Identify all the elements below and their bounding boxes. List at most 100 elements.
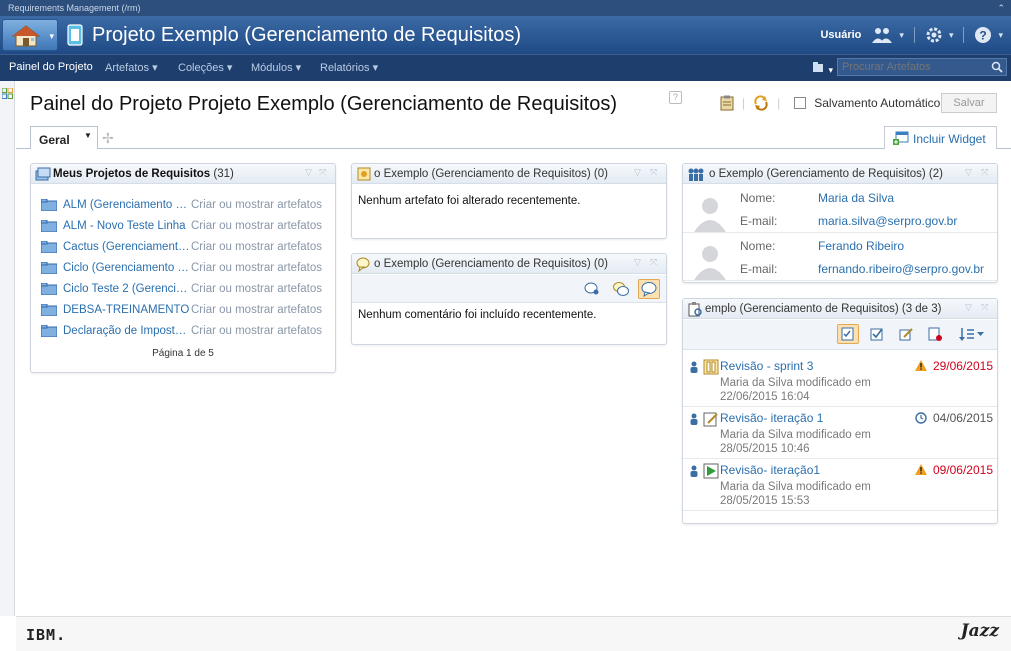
user-label[interactable]: Usuário [820, 29, 861, 41]
review-filter-approved-button[interactable] [866, 324, 888, 344]
svg-text:?: ? [980, 29, 987, 43]
create-show-artifacts-link[interactable]: Criar ou mostrar artefatos [191, 325, 322, 337]
create-show-artifacts-link[interactable]: Criar ou mostrar artefatos [191, 304, 322, 316]
add-widget-button[interactable]: Incluir Widget [884, 126, 997, 149]
review-row: Revisão- iteração1 09/06/2015 Maria da Sil… [683, 459, 997, 511]
project-link[interactable]: Ciclo (Gerenciamento de Requisitos) [63, 262, 191, 274]
widget-maximize-icon[interactable]: ⤧ [650, 167, 657, 178]
left-rail [0, 81, 15, 616]
save-button[interactable]: Salvar [941, 93, 997, 113]
edit-doc-icon [899, 328, 913, 341]
sort-icon [959, 328, 984, 341]
users-icon[interactable] [871, 26, 893, 44]
review-filter-user-button[interactable] [924, 324, 946, 344]
widget-menu-icon[interactable]: ▽ [305, 167, 312, 178]
chevron-down-icon[interactable]: ▾ [949, 30, 954, 41]
member-email-link[interactable]: maria.silva@serpro.gov.br [818, 214, 957, 228]
autosave-checkbox[interactable] [794, 97, 807, 109]
name-label: Nome: [740, 239, 776, 253]
widget-title: emplo (Gerenciamento de Requisitos) (3 d… [705, 303, 942, 315]
team-member-row: Nome: Maria da Silva E-mail: maria.silva@se… [683, 186, 997, 233]
add-widget-icon [893, 131, 909, 145]
avatar-icon [694, 198, 726, 232]
doc-user-icon [928, 327, 942, 341]
mini-dashboard-icon[interactable] [2, 88, 13, 99]
review-filter-all-button[interactable] [837, 324, 859, 344]
menu-modules[interactable]: Módulos ▾ [251, 61, 301, 74]
widget-header: emplo (Gerenciamento de Requisitos) (3 d… [683, 299, 997, 319]
widget-menu-icon[interactable]: ▽ [965, 167, 972, 178]
create-show-artifacts-link[interactable]: Criar ou mostrar artefatos [191, 241, 322, 253]
collapse-banner-icon[interactable]: ⌃ [997, 0, 1005, 16]
separator [963, 27, 965, 43]
comment-filter-mine-button[interactable] [581, 279, 603, 299]
team-member-row: Nome: Ferando Ribeiro E-mail: fernando.ribe… [683, 234, 997, 281]
widget-maximize-icon[interactable]: ⤧ [981, 167, 988, 178]
menu-reports[interactable]: Relatórios ▾ [320, 61, 378, 74]
create-show-artifacts-link[interactable]: Criar ou mostrar artefatos [191, 220, 322, 232]
widget-toolbar [683, 320, 997, 350]
widget-title: o Exemplo (Gerenciamento de Requisitos) … [374, 258, 608, 270]
search-icon[interactable] [991, 61, 1003, 73]
refresh-icon[interactable] [753, 95, 769, 111]
home-menu-button[interactable]: ▾ [2, 19, 58, 51]
menu-project-dashboard[interactable]: Painel do Projeto [9, 61, 93, 73]
tab-general[interactable]: Geral ▼ [30, 126, 98, 149]
team-icon [688, 168, 704, 181]
review-status-icon [703, 359, 719, 375]
create-show-artifacts-link[interactable]: Criar ou mostrar artefatos [191, 283, 322, 295]
filter-list-icon [841, 327, 854, 341]
search-input[interactable] [838, 59, 986, 75]
review-filter-edit-button[interactable] [895, 324, 917, 344]
project-link[interactable]: Ciclo Teste 2 (Gerenciamento de Requisit… [63, 283, 191, 295]
comment-filter-all-button[interactable] [610, 279, 632, 299]
project-title[interactable]: Projeto Exemplo (Gerenciamento de Requis… [92, 23, 521, 47]
menu-collections[interactable]: Coleções ▾ [178, 61, 232, 74]
review-link[interactable]: Revisão- iteração 1 [720, 411, 823, 425]
list-item: ALM (Gerenciamento de Requisitos)Criar o… [41, 194, 331, 215]
widget-maximize-icon[interactable]: ⤧ [981, 302, 988, 313]
widget-maximize-icon[interactable]: ⤧ [650, 257, 657, 268]
widget-menu-icon[interactable]: ▽ [634, 257, 641, 268]
folder-icon [41, 219, 57, 232]
project-link[interactable]: DEBSA-TREINAMENTO [63, 304, 191, 316]
home-icon [11, 25, 41, 47]
clipboard-icon[interactable] [720, 95, 734, 111]
help-icon[interactable]: ? [974, 26, 992, 44]
chevron-down-icon[interactable]: ▼ [84, 131, 92, 140]
check-doc-icon [870, 328, 883, 341]
review-sort-button[interactable] [955, 324, 989, 344]
member-name-link[interactable]: Ferando Ribeiro [818, 239, 904, 253]
chevron-down-icon[interactable]: ▾ [899, 30, 904, 41]
gear-icon[interactable] [925, 26, 943, 44]
create-show-artifacts-link[interactable]: Criar ou mostrar artefatos [191, 262, 322, 274]
review-row: Revisão - sprint 3 29/06/2015 Maria da Sil… [683, 355, 997, 407]
widget-menu-icon[interactable]: ▽ [965, 302, 972, 313]
project-link[interactable]: Cactus (Gerenciamento de Requisitos) [63, 241, 191, 253]
recent-comments-widget: o Exemplo (Gerenciamento de Requisitos) … [351, 253, 667, 345]
project-link[interactable]: ALM - Novo Teste Linha [63, 220, 191, 232]
widget-menu-icon[interactable]: ▽ [634, 167, 641, 178]
widget-maximize-icon[interactable]: ⤧ [319, 167, 326, 178]
add-tab-icon[interactable]: ✢ [102, 130, 114, 147]
comment-icon [641, 282, 657, 297]
member-email-link[interactable]: fernando.ribeiro@serpro.gov.br [818, 262, 984, 276]
tab-strip-line [16, 148, 1011, 149]
help-icon[interactable]: ? [669, 91, 682, 104]
list-item: ALM - Novo Teste Linha Criar ou mostrar a… [41, 215, 331, 236]
review-link[interactable]: Revisão - sprint 3 [720, 359, 813, 373]
chevron-down-icon[interactable]: ▾ [998, 30, 1003, 41]
folder-icon [41, 240, 57, 253]
member-name-link[interactable]: Maria da Silva [818, 191, 894, 205]
search-scope-icon[interactable]: ▾ [812, 61, 833, 76]
project-link[interactable]: Declaração de Imposto de Renda [63, 325, 191, 337]
review-link[interactable]: Revisão- iteração1 [720, 463, 820, 477]
comment-filter-recent-button[interactable] [638, 279, 660, 299]
user-icon [690, 413, 698, 425]
menu-artifacts[interactable]: Artefatos ▾ [105, 61, 158, 74]
comment-user-icon [584, 282, 599, 295]
empty-message: Nenhum comentário foi incluído recenteme… [358, 309, 597, 321]
jazz-logo: Jazz [960, 621, 999, 641]
create-show-artifacts-link[interactable]: Criar ou mostrar artefatos [191, 199, 322, 211]
project-link[interactable]: ALM (Gerenciamento de Requisitos) [63, 199, 191, 211]
